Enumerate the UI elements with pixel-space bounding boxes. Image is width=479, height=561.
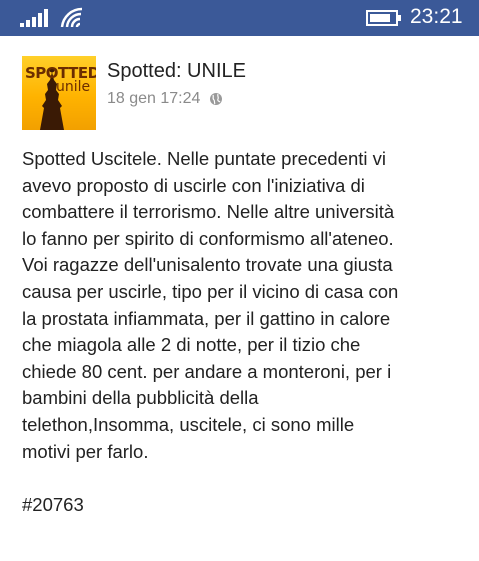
post-line: causa per uscirle, tipo per il vicino di… [22, 280, 399, 302]
post-header: SPOTTED unile Spotted: UNILE 18 gen 17:2… [22, 56, 462, 130]
page-avatar[interactable]: SPOTTED unile [22, 56, 96, 130]
wifi-icon [60, 7, 83, 27]
post-line: chiede 80 cent. per andare a monteroni, … [22, 360, 392, 382]
post-line: bambini della pubblicità della [22, 387, 259, 409]
page-name[interactable]: Spotted: UNILE [107, 60, 246, 83]
globe-icon [209, 93, 222, 105]
post-line: combattere il terrorismo. Nelle altre un… [22, 201, 395, 223]
avatar-text-unile: unile [56, 79, 91, 95]
post-hashtag: #20763 [22, 493, 84, 515]
status-bar: 23:21 [0, 0, 479, 36]
post-line: Voi ragazze dell'unisalento trovate una … [22, 254, 393, 276]
post-line: motivi per farlo. [22, 440, 149, 462]
post-line: telethon,Insomma, uscitele, ci sono mill… [22, 413, 355, 435]
battery-icon [366, 10, 401, 26]
post-timestamp[interactable]: 18 gen 17:24 [107, 90, 200, 107]
post-line: che miagola alle 2 di notte, per il tizi… [22, 334, 361, 356]
status-time: 23:21 [410, 5, 463, 28]
post-meta: 18 gen 17:24 [107, 90, 223, 112]
post-line: la prostata infiammata, per il gattino i… [22, 307, 391, 329]
post-line: lo fanno per spirito di conformismo all'… [22, 227, 394, 249]
post-line: Spotted Uscitele. Nelle puntate preceden… [22, 148, 387, 169]
post-line: avevo proposto di uscirle con l'iniziati… [22, 174, 365, 196]
post-text: Spotted Uscitele. Nelle puntate preceden… [22, 146, 462, 518]
signal-icon [20, 9, 48, 27]
